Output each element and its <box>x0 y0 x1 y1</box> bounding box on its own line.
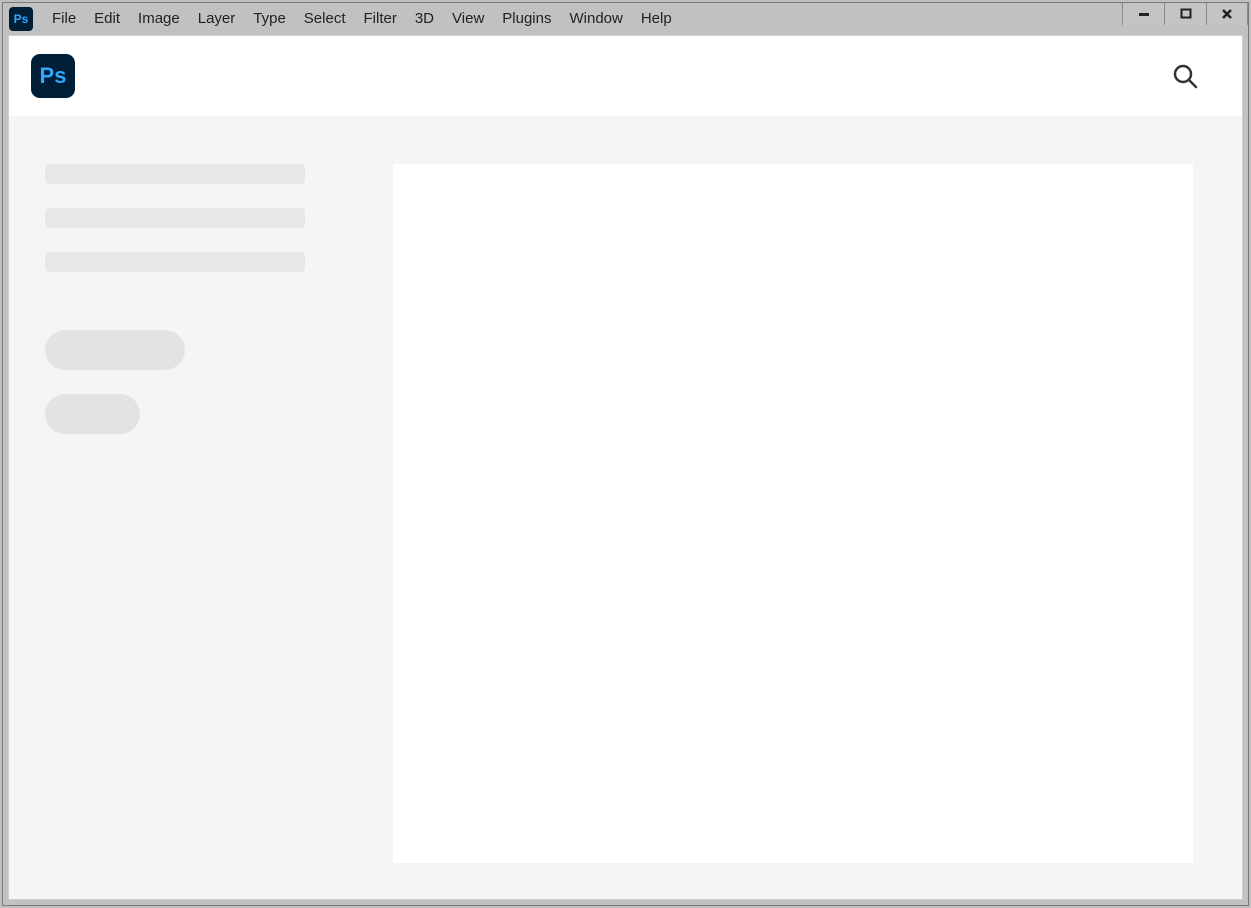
menu-layer[interactable]: Layer <box>189 3 245 35</box>
minimize-button[interactable] <box>1122 3 1164 25</box>
maximize-icon <box>1180 8 1192 20</box>
sidebar-skeleton-button <box>45 394 140 434</box>
menu-window[interactable]: Window <box>560 3 631 35</box>
menu-3d[interactable]: 3D <box>406 3 443 35</box>
menu-help[interactable]: Help <box>632 3 681 35</box>
menu-edit[interactable]: Edit <box>85 3 129 35</box>
home-header: Ps <box>9 36 1242 116</box>
sidebar-skeleton-button <box>45 330 185 370</box>
menu-type[interactable]: Type <box>244 3 295 35</box>
menu-image[interactable]: Image <box>129 3 189 35</box>
menu-view[interactable]: View <box>443 3 493 35</box>
sidebar-skeleton-line <box>45 208 305 228</box>
sidebar-skeleton-line <box>45 164 305 184</box>
app-icon-text: Ps <box>14 12 29 26</box>
search-icon <box>1172 63 1198 89</box>
search-button[interactable] <box>1170 61 1200 91</box>
menu-items: File Edit Image Layer Type Select Filter… <box>43 3 681 35</box>
menu-select[interactable]: Select <box>295 3 355 35</box>
application-window: Ps File Edit Image Layer Type Select Fil… <box>2 2 1249 906</box>
menu-file[interactable]: File <box>43 3 85 35</box>
photoshop-logo-text: Ps <box>40 63 67 89</box>
home-screen: Ps <box>8 35 1243 900</box>
menu-bar: Ps File Edit Image Layer Type Select Fil… <box>3 3 1248 35</box>
close-icon <box>1221 8 1233 20</box>
app-icon: Ps <box>9 7 33 31</box>
home-body <box>9 116 1242 899</box>
minimize-icon <box>1138 8 1150 20</box>
maximize-button[interactable] <box>1164 3 1206 25</box>
home-sidebar <box>45 164 345 863</box>
window-controls <box>1122 3 1248 25</box>
sidebar-skeleton-line <box>45 252 305 272</box>
photoshop-logo-icon: Ps <box>31 54 75 98</box>
home-main-panel <box>393 164 1193 863</box>
close-button[interactable] <box>1206 3 1248 25</box>
menu-filter[interactable]: Filter <box>355 3 406 35</box>
menu-plugins[interactable]: Plugins <box>493 3 560 35</box>
